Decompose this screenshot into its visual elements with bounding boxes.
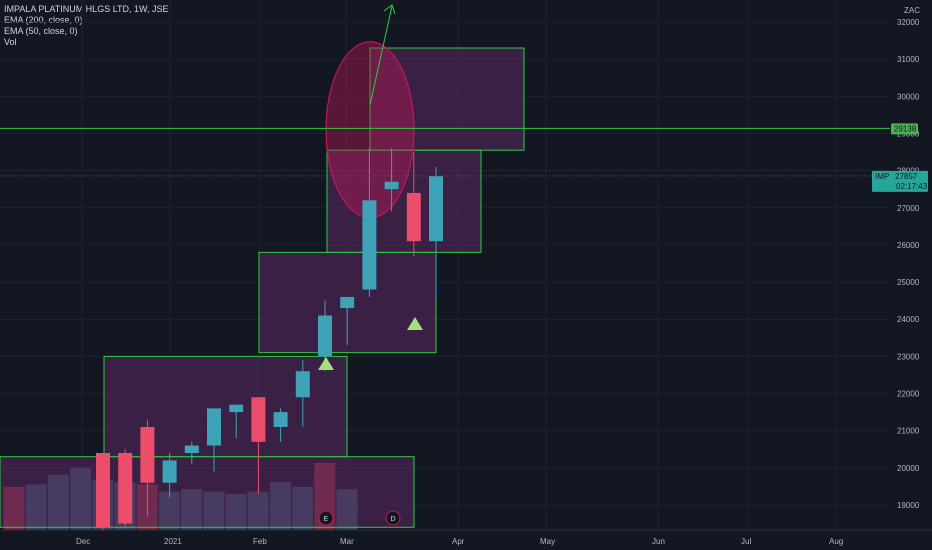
x-tick-label: Feb — [253, 537, 267, 546]
x-tick-label: Jul — [741, 537, 751, 546]
candle-body — [340, 296, 355, 309]
y-tick-label: 20000 — [897, 464, 920, 473]
x-tick-label: Aug — [829, 537, 843, 546]
pattern-box[interactable] — [0, 456, 415, 528]
candle-body — [140, 426, 155, 483]
y-tick-label: 32000 — [897, 18, 920, 27]
x-tick-label: Dec — [76, 537, 90, 546]
candle-body — [162, 460, 177, 483]
y-tick-label: 26000 — [897, 241, 920, 250]
y-tick-label: 30000 — [897, 92, 920, 101]
x-tick-label: May — [540, 537, 555, 546]
arrow-head-icon — [383, 4, 396, 15]
candle-body — [362, 200, 377, 290]
y-tick-label: 24000 — [897, 315, 920, 324]
y-tick-label: 25000 — [897, 278, 920, 287]
event-mark-label: D — [391, 516, 396, 523]
y-tick-label: 27000 — [897, 204, 920, 213]
candle-body — [406, 192, 421, 242]
candle-body — [207, 408, 221, 446]
candle-body — [429, 176, 443, 242]
y-tick-label: 19000 — [897, 501, 920, 510]
event-mark-label: E — [324, 516, 329, 523]
candle-body — [273, 412, 288, 427]
countdown-timer: 02:17:43 — [896, 182, 928, 191]
candle-body — [318, 315, 332, 357]
highlight-ellipse[interactable] — [325, 41, 415, 219]
x-tick-label: 2021 — [164, 537, 182, 546]
x-tick-label: Jun — [652, 537, 665, 546]
symbol-tag-label: IMP — [875, 172, 889, 181]
y-tick-label: 22000 — [897, 390, 920, 399]
y-tick-label: 23000 — [897, 352, 920, 361]
level-price-value: 29138 — [894, 124, 917, 133]
price-chart[interactable]: ZAC 19000 20000 21000 22000 23000 24000 25000 26… — [0, 0, 932, 550]
candle-body — [118, 452, 133, 524]
candle-body — [295, 371, 310, 398]
candle-body — [384, 181, 399, 190]
currency-label: ZAC — [904, 6, 920, 15]
last-price-value: 27857 — [895, 172, 918, 181]
candle-body — [96, 452, 110, 528]
y-tick-label: 31000 — [897, 55, 920, 64]
candle-body — [184, 445, 199, 453]
candle-body — [229, 404, 244, 413]
candle-body — [251, 397, 266, 442]
x-tick-label: Apr — [452, 537, 465, 546]
y-tick-label: 21000 — [897, 427, 920, 436]
x-tick-label: Mar — [340, 537, 354, 546]
